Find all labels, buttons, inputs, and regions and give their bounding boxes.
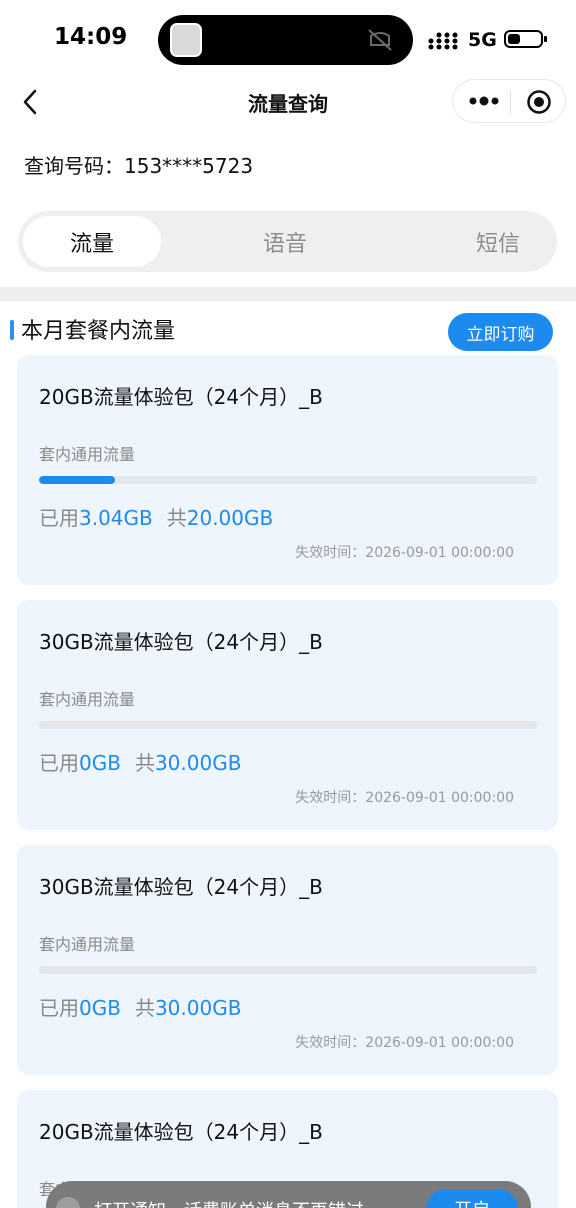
package-name: 30GB流量体验包（24个月）_B — [39, 875, 323, 899]
network-type: 5G — [468, 29, 497, 51]
total-label: 共 — [134, 996, 155, 1020]
muted-icon — [368, 29, 392, 51]
order-now-button[interactable]: 立即订购 — [448, 313, 553, 351]
tab-data[interactable]: 流量 — [23, 216, 161, 267]
expiry-value: 2026-09-01 00:00:00 — [365, 545, 514, 561]
usage-progress-bar — [39, 966, 537, 974]
usage-summary: 已用0GB 共30.00GB — [39, 747, 241, 776]
expiry-time: 失效时间：2026-09-01 00:00:00 — [295, 1032, 514, 1052]
package-card: 30GB流量体验包（24个月）_B 套内通用流量 已用0GB 共30.00GB 失… — [17, 845, 558, 1075]
package-name: 20GB流量体验包（24个月）_B — [39, 1120, 323, 1144]
total-value: 30.00GB — [154, 996, 242, 1020]
cellular-signal-icon — [428, 32, 458, 50]
usage-summary: 已用3.04GB 共20.00GB — [39, 502, 273, 531]
usage-progress-bar — [39, 721, 537, 729]
tab-sms[interactable]: 短信 — [428, 216, 568, 267]
package-card: 30GB流量体验包（24个月）_B 套内通用流量 已用0GB 共30.00GB 失… — [17, 600, 558, 830]
query-number-line: 查询号码：153****5723 — [24, 150, 253, 179]
package-name: 20GB流量体验包（24个月）_B — [39, 385, 323, 409]
section-header: 本月套餐内流量 立即订购 — [0, 301, 576, 357]
query-label: 查询号码： — [24, 154, 124, 178]
usage-progress-bar — [39, 476, 537, 484]
usage-type-tabs: 流量 语音 短信 — [18, 211, 557, 272]
close-miniprogram-icon[interactable] — [526, 89, 552, 115]
package-type: 套内通用流量 — [39, 445, 136, 464]
usage-summary: 已用0GB 共30.00GB — [39, 992, 241, 1021]
nav-bar: 流量查询 — [0, 78, 576, 128]
total-value: 20.00GB — [186, 506, 274, 530]
section-title: 本月套餐内流量 — [21, 319, 176, 344]
status-bar: 14:09 5G — [0, 0, 576, 78]
used-value: 0GB — [79, 751, 121, 775]
section-accent-bar — [10, 320, 14, 340]
expiry-label: 失效时间： — [295, 545, 366, 561]
total-label: 共 — [134, 751, 155, 775]
package-type: 套内通用流量 — [39, 935, 136, 954]
expiry-time: 失效时间：2026-09-01 00:00:00 — [295, 787, 514, 807]
miniprogram-capsule — [452, 79, 566, 123]
package-type: 套内通用流量 — [39, 690, 136, 709]
expiry-value: 2026-09-01 00:00:00 — [365, 1035, 514, 1051]
tab-voice[interactable]: 语音 — [218, 216, 352, 267]
notification-text: 打开通知，话费账单消息不再错过 — [94, 1197, 364, 1208]
phone-number: 153****5723 — [124, 154, 254, 178]
used-value: 3.04GB — [79, 506, 153, 530]
package-name: 30GB流量体验包（24个月）_B — [39, 630, 323, 654]
expiry-label: 失效时间： — [295, 790, 366, 806]
bell-icon — [56, 1197, 80, 1208]
capsule-divider — [510, 90, 511, 114]
package-card: 20GB流量体验包（24个月）_B 套内通用流量 已用3.04GB 共20.00G… — [17, 355, 558, 585]
used-label: 已用 — [39, 996, 79, 1020]
section-divider — [0, 287, 576, 301]
used-value: 0GB — [79, 996, 121, 1020]
dynamic-island — [158, 15, 413, 65]
enable-notification-button[interactable]: 开启 — [426, 1189, 518, 1208]
expiry-value: 2026-09-01 00:00:00 — [365, 790, 514, 806]
used-label: 已用 — [39, 506, 79, 530]
media-thumbnail — [170, 23, 202, 57]
total-label: 共 — [166, 506, 187, 530]
total-value: 30.00GB — [154, 751, 242, 775]
used-label: 已用 — [39, 751, 79, 775]
expiry-label: 失效时间： — [295, 1035, 366, 1051]
status-time: 14:09 — [54, 24, 128, 50]
notification-prompt: 打开通知，话费账单消息不再错过 开启 — [46, 1181, 531, 1208]
battery-icon — [504, 30, 547, 48]
expiry-time: 失效时间：2026-09-01 00:00:00 — [295, 542, 514, 562]
usage-progress-fill — [39, 476, 115, 484]
more-icon[interactable] — [469, 94, 499, 108]
